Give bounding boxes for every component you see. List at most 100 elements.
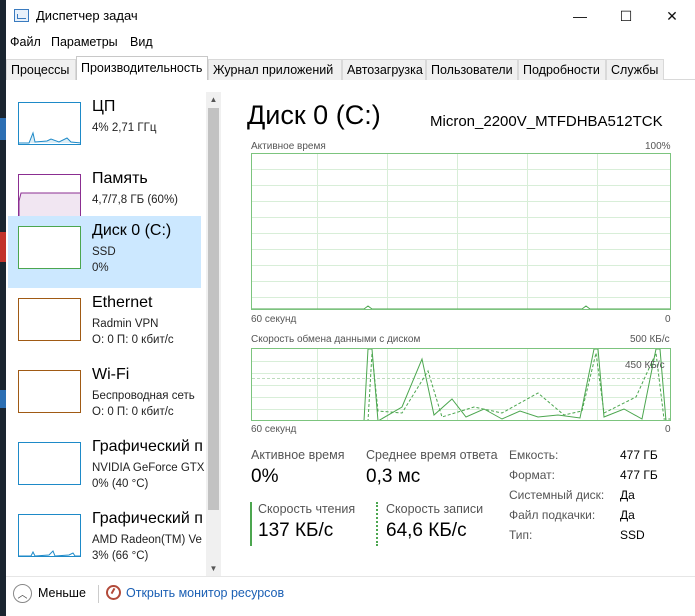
- gpu-thumbnail-graph: [18, 514, 81, 557]
- menu-file[interactable]: Файл: [10, 35, 41, 49]
- scroll-up-icon[interactable]: ▲: [206, 92, 221, 107]
- menu-bar: Файл Параметры Вид: [6, 32, 695, 54]
- sidebar-item-gpu-1[interactable]: Графический п AMD Radeon(TM) Ve 3% (66 °…: [8, 504, 203, 576]
- page-title: Диск 0 (C:): [247, 100, 381, 130]
- active-time-label: Активное время: [251, 448, 345, 462]
- tab-performance[interactable]: Производительность: [76, 56, 208, 81]
- task-manager-icon: [14, 9, 29, 22]
- resource-list: ЦП 4% 2,71 ГГц Память 4,7/7,8 ГБ (60%) Д…: [6, 80, 221, 576]
- tab-users[interactable]: Пользователи: [426, 59, 518, 80]
- scroll-down-icon[interactable]: ▼: [206, 561, 221, 576]
- sidebar-item-title: Графический п: [92, 438, 203, 455]
- sidebar-item-title: Диск 0 (C:): [92, 222, 172, 239]
- wifi-thumbnail-graph: [18, 370, 81, 413]
- active-time-graph: [251, 153, 671, 310]
- sidebar-item-throughput: О: 0 П: 0 кбит/с: [92, 406, 174, 418]
- system-disk-value: Да: [620, 488, 635, 502]
- window-title: Диспетчер задач: [36, 8, 138, 23]
- sidebar-item-subtitle: Беспроводная сеть: [92, 390, 195, 402]
- scrollbar-thumb[interactable]: [208, 108, 219, 510]
- response-time-value: 0,3 мс: [366, 466, 421, 487]
- type-value: SSD: [620, 528, 645, 542]
- sidebar-item-throughput: О: 0 П: 0 кбит/с: [92, 334, 174, 346]
- chevron-up-icon[interactable]: ︿: [13, 584, 32, 603]
- sidebar-scrollbar[interactable]: ▲ ▼: [206, 92, 221, 576]
- sidebar-item-usage: 0%: [92, 262, 109, 274]
- disk-thumbnail-graph: [18, 226, 81, 269]
- memory-mini-chart: [19, 192, 80, 216]
- footer-bar: ︿ Меньше Открыть монитор ресурсов: [6, 576, 695, 616]
- tab-startup[interactable]: Автозагрузка: [342, 59, 426, 80]
- open-resource-monitor-link[interactable]: Открыть монитор ресурсов: [126, 586, 284, 600]
- sidebar-item-usage: 0% (40 °C): [92, 478, 149, 490]
- transfer-rate-graph-mid: 450 КБ/с: [625, 360, 665, 371]
- menu-options[interactable]: Параметры: [51, 35, 118, 49]
- sidebar-item-subtitle: NVIDIA GeForce GTX: [92, 462, 205, 474]
- cpu-mini-chart: [19, 131, 80, 144]
- write-speed-value: 64,6 КБ/с: [386, 520, 467, 541]
- tab-strip: Процессы Производительность Журнал прило…: [6, 56, 695, 81]
- gpu-mini-chart: [19, 550, 80, 556]
- disk-details-panel: Диск 0 (C:) Micron_2200V_MTFDHBA512TCK А…: [221, 80, 695, 576]
- sidebar-item-subtitle: 4,7/7,8 ГБ (60%): [92, 194, 179, 206]
- active-time-graph-label: Активное время: [251, 141, 326, 152]
- type-label: Тип:: [509, 528, 533, 542]
- gpu-thumbnail-graph: [18, 442, 81, 485]
- transfer-rate-graph-min: 0: [665, 424, 671, 435]
- write-speed-indicator: [376, 502, 378, 546]
- memory-thumbnail-graph: [18, 174, 81, 217]
- sidebar-item-subtitle: AMD Radeon(TM) Ve: [92, 534, 202, 546]
- transfer-rate-graph-max: 500 КБ/с: [630, 334, 670, 345]
- sidebar-item-subtitle: 4% 2,71 ГГц: [92, 122, 157, 134]
- fewer-details-button[interactable]: Меньше: [38, 586, 86, 600]
- sidebar-item-title: Графический п: [92, 510, 203, 527]
- transfer-rate-chart: [252, 349, 670, 420]
- sidebar-item-disk[interactable]: Диск 0 (C:) SSD 0%: [8, 216, 201, 288]
- sidebar-item-title: Wi-Fi: [92, 366, 130, 383]
- read-speed-indicator: [250, 502, 252, 546]
- active-time-graph-timespan: 60 секунд: [251, 314, 297, 325]
- capacity-value: 477 ГБ: [620, 448, 658, 462]
- tab-processes[interactable]: Процессы: [6, 59, 76, 80]
- active-time-graph-min: 0: [665, 314, 671, 325]
- cpu-thumbnail-graph: [18, 102, 81, 145]
- active-time-graph-max: 100%: [645, 141, 671, 152]
- close-button[interactable]: ✕: [649, 0, 695, 32]
- response-time-label: Среднее время ответа: [366, 448, 498, 462]
- resource-monitor-icon[interactable]: [106, 585, 121, 600]
- ethernet-thumbnail-graph: [18, 298, 81, 341]
- read-speed-label: Скорость чтения: [258, 502, 356, 516]
- tab-details[interactable]: Подробности: [518, 59, 606, 80]
- read-speed-value: 137 КБ/с: [258, 520, 334, 541]
- write-speed-label: Скорость записи: [386, 502, 484, 516]
- sidebar-item-title: Ethernet: [92, 294, 153, 311]
- formatted-label: Формат:: [509, 468, 555, 482]
- sidebar-item-title: Память: [92, 170, 148, 187]
- active-time-chart: [252, 154, 670, 309]
- tab-app-history[interactable]: Журнал приложений: [208, 59, 342, 80]
- sidebar-item-cpu[interactable]: ЦП 4% 2,71 ГГц: [8, 92, 201, 164]
- sidebar-item-gpu-0[interactable]: Графический п NVIDIA GeForce GTX 0% (40 …: [8, 432, 205, 504]
- page-file-value: Да: [620, 508, 635, 522]
- sidebar-item-ethernet[interactable]: Ethernet Radmin VPN О: 0 П: 0 кбит/с: [8, 288, 201, 360]
- title-bar: Диспетчер задач — ☐ ✕: [6, 0, 695, 32]
- active-time-value: 0%: [251, 466, 279, 487]
- minimize-button[interactable]: —: [557, 0, 603, 32]
- transfer-rate-graph-label: Скорость обмена данными с диском: [251, 334, 421, 345]
- sidebar-item-title: ЦП: [92, 98, 116, 115]
- menu-view[interactable]: Вид: [130, 35, 153, 49]
- formatted-value: 477 ГБ: [620, 468, 658, 482]
- system-disk-label: Системный диск:: [509, 488, 605, 502]
- transfer-rate-graph-timespan: 60 секунд: [251, 424, 297, 435]
- transfer-rate-graph: [251, 348, 671, 421]
- sidebar-item-subtitle: SSD: [92, 246, 116, 258]
- footer-divider: [98, 585, 99, 603]
- maximize-button[interactable]: ☐: [603, 0, 649, 32]
- sidebar-item-usage: 3% (66 °C): [92, 550, 149, 562]
- capacity-label: Емкость:: [509, 448, 559, 462]
- tab-services[interactable]: Службы: [606, 59, 664, 80]
- disk-model: Micron_2200V_MTFDHBA512TCK: [430, 113, 663, 130]
- page-file-label: Файл подкачки:: [509, 508, 596, 522]
- sidebar-item-subtitle: Radmin VPN: [92, 318, 159, 330]
- sidebar-item-wifi[interactable]: Wi-Fi Беспроводная сеть О: 0 П: 0 кбит/с: [8, 360, 201, 432]
